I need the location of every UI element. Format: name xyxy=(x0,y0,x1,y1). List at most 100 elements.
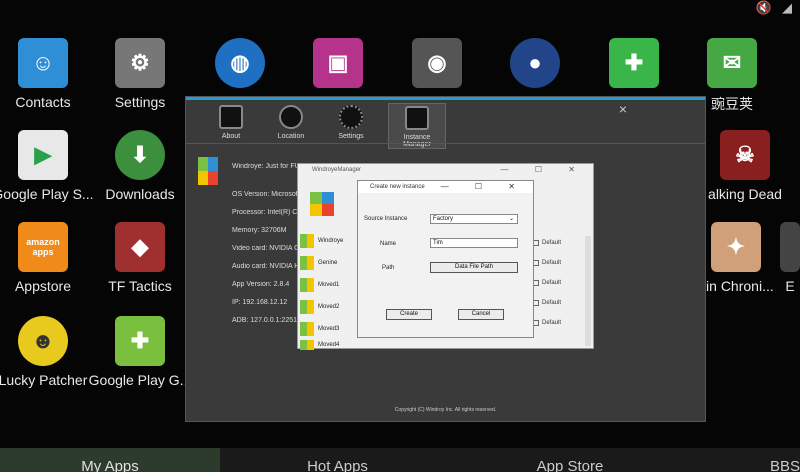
app-walking-dead[interactable]: ☠ alking Dead xyxy=(690,130,800,202)
app-label: Downloads xyxy=(105,186,175,202)
source-instance-label: Source Instance xyxy=(364,216,408,222)
close-icon[interactable]: × xyxy=(619,101,627,117)
info-processor: Processor: Intel(R) Cor xyxy=(232,209,302,216)
chronicle-icon: ✦ xyxy=(711,222,761,272)
app-label: Google Play G... xyxy=(88,372,192,388)
windroye-logo-icon xyxy=(198,157,218,185)
app-label: Settings xyxy=(114,94,166,110)
scrollbar[interactable] xyxy=(585,236,591,346)
source-instance-select[interactable]: Factory ⌄ xyxy=(430,214,518,224)
default-checkbox[interactable]: Default xyxy=(533,273,593,293)
instance-name: Moved3 xyxy=(318,326,340,332)
name-label: Name xyxy=(380,241,397,247)
system-info: Windroye: Just for FUN OS Version: Micro… xyxy=(198,157,302,324)
tab-hot-apps[interactable]: Hot Apps xyxy=(220,448,455,472)
info-memory: Memory: 32706M xyxy=(232,227,287,234)
wandoujia-icon: ✉ xyxy=(707,38,757,88)
info-adb: ADB: 127.0.0.1:22516 xyxy=(232,317,301,324)
download-icon: ⬇ xyxy=(115,130,165,180)
instance-icon xyxy=(300,322,314,336)
app-browser[interactable]: ◍ xyxy=(185,38,295,94)
default-label: Default xyxy=(542,320,562,326)
list-item[interactable]: Moved4 xyxy=(300,340,360,350)
copyright-text: Copyright (C) Windroy Inc. All rights re… xyxy=(394,407,497,413)
window-accent-bar xyxy=(186,97,705,100)
apps-text: apps xyxy=(32,247,54,257)
info-video: Video card: NVIDIA Ge xyxy=(232,245,302,252)
bottom-dock: My Apps Hot Apps App Store BBS xyxy=(0,448,800,472)
instance-name: Moved2 xyxy=(318,304,340,310)
create-instance-dialog: Create new instance — ☐ ✕ Source Instanc… xyxy=(357,180,534,338)
instance-icon xyxy=(300,234,314,248)
source-value: Factory xyxy=(433,216,454,222)
tab-label: About xyxy=(221,133,241,140)
default-checkbox[interactable]: Default xyxy=(533,313,593,333)
app-camera[interactable]: ◉ xyxy=(382,38,492,94)
gamepad-icon: ✚ xyxy=(115,316,165,366)
tab-label: Settings xyxy=(338,133,364,140)
mute-icon: 🔇 xyxy=(755,0,772,15)
globe-icon xyxy=(279,105,303,129)
share-icon xyxy=(405,106,429,130)
app-settings[interactable]: ⚙ Settings xyxy=(85,38,195,110)
default-checkbox[interactable]: Default xyxy=(533,233,593,253)
transformers-icon: ◆ xyxy=(115,222,165,272)
app-label: Lucky Patcher xyxy=(0,372,88,388)
info-app-version: App Version: 2.8.4 xyxy=(232,281,290,288)
dialog-controls[interactable]: — ☐ ✕ xyxy=(441,182,527,191)
chevron-down-icon: ⌄ xyxy=(508,216,514,222)
amazon-text: amazon xyxy=(26,237,60,247)
default-label: Default xyxy=(542,280,562,286)
app-play-store[interactable]: ▶ Google Play S... xyxy=(0,130,98,202)
partial-icon xyxy=(780,222,800,272)
instance-name: Windroye xyxy=(318,238,344,244)
game-icon: ✚ xyxy=(609,38,659,88)
default-checkbox[interactable]: Default xyxy=(533,253,593,273)
path-label: Path xyxy=(382,265,395,271)
toolbar-divider xyxy=(186,143,705,144)
app-label: TF Tactics xyxy=(108,278,172,294)
tab-my-apps[interactable]: My Apps xyxy=(0,448,220,472)
app-gallery[interactable]: ▣ xyxy=(283,38,393,94)
list-item[interactable]: Windroye xyxy=(300,230,360,252)
app-amazon-appstore[interactable]: amazon apps Appstore xyxy=(0,222,98,294)
window-controls[interactable]: — ☐ ✕ xyxy=(501,165,587,174)
tab-app-store[interactable]: App Store xyxy=(455,448,685,472)
app-music[interactable]: ● xyxy=(480,38,590,94)
tab-label: Location xyxy=(277,133,305,140)
info-audio: Audio card: NVIDIA Hi xyxy=(232,263,301,270)
app-contacts[interactable]: ☺ Contacts xyxy=(0,38,98,110)
instance-icon xyxy=(300,300,314,314)
smiley-icon: ☻ xyxy=(18,316,68,366)
app-tf-tactics[interactable]: ◆ TF Tactics xyxy=(85,222,195,294)
tab-bbs[interactable]: BBS xyxy=(685,448,800,472)
info-title: Windroye: Just for FUN xyxy=(232,163,302,170)
cancel-button[interactable]: Cancel xyxy=(458,309,504,320)
instance-name: Genine xyxy=(318,260,338,266)
app-downloads[interactable]: ⬇ Downloads xyxy=(85,130,195,202)
app-label: Contacts xyxy=(15,94,71,110)
list-item[interactable]: Moved1 xyxy=(300,274,360,296)
play-store-icon: ▶ xyxy=(18,130,68,180)
default-label: Default xyxy=(542,240,562,246)
list-item[interactable]: Genine xyxy=(300,252,360,274)
app-game[interactable]: ✚ xyxy=(579,38,689,94)
music-icon: ● xyxy=(510,38,560,88)
windroye-logo-icon xyxy=(310,192,334,216)
contacts-icon: ☺ xyxy=(18,38,68,88)
default-checkbox[interactable]: Default xyxy=(533,293,593,313)
wifi-icon: ◢ xyxy=(782,0,792,15)
instance-list: Windroye Genine Moved1 Moved2 Moved3 Mov… xyxy=(300,230,360,350)
gallery-icon: ▣ xyxy=(313,38,363,88)
list-item[interactable]: Moved3 xyxy=(300,318,360,340)
instance-icon xyxy=(300,340,314,350)
status-bar: 🔇 ◢ xyxy=(756,0,792,16)
create-button[interactable]: Create xyxy=(386,309,432,320)
list-item[interactable]: Moved2 xyxy=(300,296,360,318)
app-google-play-games[interactable]: ✚ Google Play G... xyxy=(85,316,195,388)
app-lucky-patcher[interactable]: ☻ Lucky Patcher xyxy=(0,316,98,388)
data-file-path-button[interactable]: Data File Path xyxy=(430,262,518,273)
name-input[interactable]: Tim xyxy=(430,238,518,248)
instance-name: Moved4 xyxy=(318,342,340,348)
app-partial[interactable]: E xyxy=(780,222,800,294)
